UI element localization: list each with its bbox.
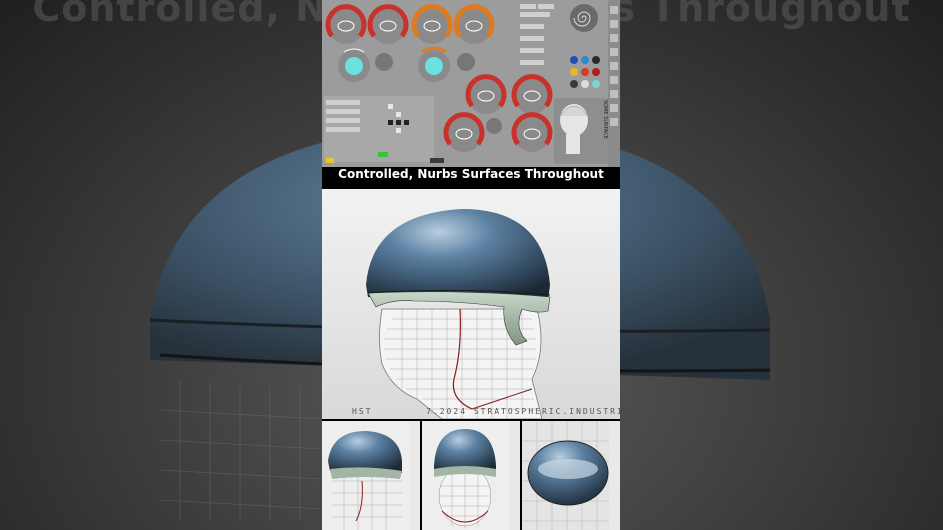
dial-6[interactable]: [375, 53, 393, 71]
cad-panel-graphics: SOME SURFACE: [322, 0, 620, 167]
spiral-icon: [570, 4, 598, 32]
settings-table: [324, 96, 444, 163]
helmet-render-image: [366, 209, 551, 419]
watermark-company: 7.2024 STRATOSPHERIC.INDUSTRIES: [426, 407, 620, 416]
dial-11[interactable]: [443, 112, 485, 152]
render-watermark: HST 7.2024 STRATOSPHERIC.INDUSTRIES: [352, 407, 620, 416]
dial-13[interactable]: [486, 118, 502, 134]
dial-10[interactable]: [511, 74, 553, 114]
dial-4[interactable]: [453, 4, 495, 44]
dial-8[interactable]: [457, 53, 475, 71]
thumbnail-strip: [322, 421, 620, 530]
dial-2[interactable]: [367, 4, 409, 44]
thumbnail-top-view: [522, 421, 620, 530]
dial-7[interactable]: [418, 46, 450, 82]
center-column: SOME SURFACE Controlled, Nurbs Surfaces …: [322, 0, 620, 530]
tool-strip[interactable]: [608, 0, 620, 167]
dial-3[interactable]: [411, 4, 453, 44]
video-caption: Controlled, Nurbs Surfaces Throughout: [322, 167, 620, 189]
dial-12[interactable]: [511, 112, 553, 152]
helmet-render-view: HST 7.2024 STRATOSPHERIC.INDUSTRIES: [322, 189, 620, 419]
head-preview: [554, 98, 610, 164]
dial-9[interactable]: [465, 74, 507, 114]
watermark-initials: HST: [352, 407, 373, 416]
color-swatches[interactable]: [570, 56, 600, 88]
dial-1[interactable]: [325, 4, 367, 44]
cad-control-panel: SOME SURFACE: [322, 0, 620, 167]
thumbnail-front-view: [422, 421, 520, 530]
thumbnail-side-view: [322, 421, 420, 530]
side-label: SOME SURFACE: [602, 100, 608, 139]
